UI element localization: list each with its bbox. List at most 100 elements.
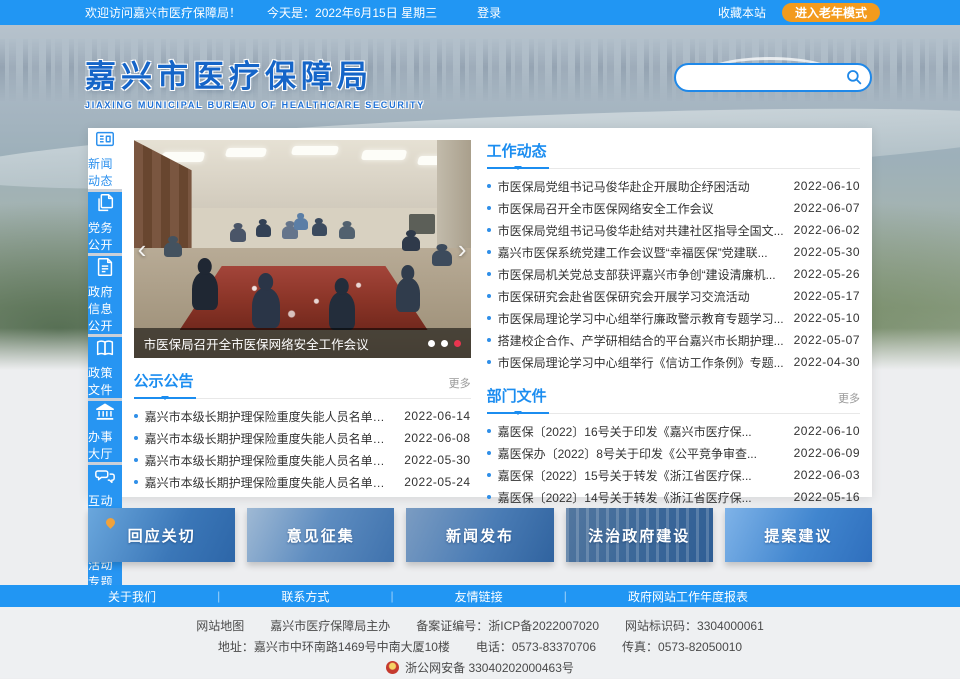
elder-mode-button[interactable]: 进入老年模式 — [782, 3, 880, 22]
footer-nav-contact[interactable]: 联系方式 — [281, 588, 329, 605]
search-box — [674, 63, 872, 92]
middle-column: ‹ › 市医保局召开全市医保网络安全工作会议 公示公告 更多 — [134, 140, 471, 487]
list-item: 嘉医保〔2022〕15号关于转发《浙江省医疗保...2022-06-03 — [487, 464, 860, 486]
bullet-icon — [487, 294, 491, 298]
person-silhouette — [294, 218, 308, 230]
carousel-caption[interactable]: 市医保局召开全市医保网络安全工作会议 — [144, 334, 420, 353]
section-title: 工作动态 — [487, 140, 547, 168]
banner-rule-of-law[interactable]: 法治政府建设 — [566, 508, 713, 562]
list-item: 嘉兴市本级长期护理保险重度失能人员名单公示（2...2022-06-08 — [134, 427, 471, 449]
item-title[interactable]: 嘉医保〔2022〕16号关于印发《嘉兴市医疗保... — [498, 423, 784, 440]
sidebar-item-news[interactable]: 新闻动态 — [88, 128, 122, 189]
organizer-text: 嘉兴市医疗保障局主办 — [270, 616, 390, 637]
sidebar-nav: 新闻动态 党务公开 政府信息公开 — [88, 128, 122, 497]
carousel-dot[interactable] — [428, 340, 435, 347]
bullet-icon — [134, 436, 138, 440]
item-date: 2022-05-30 — [794, 245, 860, 259]
item-title[interactable]: 嘉兴市本级长期护理保险重度失能人员名单公示（2... — [145, 452, 395, 469]
person-silhouette — [329, 292, 355, 330]
item-title[interactable]: 嘉医保〔2022〕14号关于转发《浙江省医疗保... — [498, 489, 784, 506]
item-title[interactable]: 市医保局机关党总支部获评嘉兴市争创“建设清廉机... — [498, 266, 784, 283]
footer-nav-about[interactable]: 关于我们 — [108, 588, 156, 605]
section-title: 公示公告 — [134, 370, 194, 398]
footer-nav-links[interactable]: 友情链接 — [455, 588, 503, 605]
favorite-link[interactable]: 收藏本站 — [718, 4, 766, 21]
item-title[interactable]: 嘉兴市医保系统党建工作会议暨“幸福医保”党建联... — [498, 244, 784, 261]
fax-text: 传真：0573-82050010 — [622, 637, 742, 658]
list-item: 嘉兴市本级长期护理保险重度失能人员名单公示（2... 2022-05-30 — [134, 449, 471, 471]
item-date: 2022-04-30 — [794, 355, 860, 369]
item-date: 2022-05-30 — [404, 453, 470, 467]
photo-lamp-decor — [360, 150, 406, 160]
person-silhouette — [312, 223, 327, 236]
item-date: 2022-05-10 — [794, 311, 860, 325]
work-section: 工作动态 市医保局党组书记马俊华赴企开展助企纾困活动 2022-06-10 市医保… — [487, 140, 860, 373]
item-date: 2022-05-24 — [404, 475, 470, 489]
sidebar-item-label: 政府信息公开 — [88, 283, 122, 334]
sidebar-item-label: 政策文件 — [88, 364, 122, 398]
banner-news-release[interactable]: 新闻发布 — [406, 508, 553, 562]
news-carousel[interactable]: ‹ › 市医保局召开全市医保网络安全工作会议 — [134, 140, 471, 358]
footer-info: 网站地图 嘉兴市医疗保障局主办 备案证编号：浙ICP备2022007020 网站… — [0, 607, 960, 678]
sidebar-item-service-hall[interactable]: 办事大厅 — [88, 401, 122, 462]
banner-respond-concerns[interactable]: 回应关切 — [88, 508, 235, 562]
item-date: 2022-06-10 — [794, 179, 860, 193]
item-title[interactable]: 嘉兴市本级长期护理保险重度失能人员名单公示（2... — [145, 474, 395, 491]
dept-more-link[interactable]: 更多 — [838, 390, 860, 413]
person-silhouette — [230, 228, 246, 242]
item-title[interactable]: 市医保局理论学习中心组举行廉政警示教育专题学习... — [498, 310, 784, 327]
banner-proposals[interactable]: 提案建议 — [725, 508, 872, 562]
item-date: 2022-06-09 — [794, 446, 860, 460]
carousel-prev-button[interactable]: ‹ — [138, 236, 147, 262]
carousel-next-button[interactable]: › — [458, 236, 467, 262]
welcome-text: 欢迎访问嘉兴市医疗保障局！ — [85, 4, 241, 21]
dept-section-header: 部门文件 更多 — [487, 385, 860, 414]
photo-lamp-decor — [290, 146, 338, 155]
item-title[interactable]: 搭建校企合作、产学研相结合的平台嘉兴市长期护理... — [498, 332, 784, 349]
site-id-number: 网站标识码：3304000061 — [625, 616, 764, 637]
login-link[interactable]: 登录 — [477, 4, 501, 21]
notice-more-link[interactable]: 更多 — [449, 375, 471, 398]
item-title[interactable]: 嘉医保〔2022〕15号关于转发《浙江省医疗保... — [498, 467, 784, 484]
sidebar-item-party-affairs[interactable]: 党务公开 — [88, 192, 122, 253]
footer-nav-annual-report[interactable]: 政府网站工作年度报表 — [628, 588, 748, 605]
item-title[interactable]: 市医保局理论学习中心组举行《信访工作条例》专题... — [498, 354, 784, 371]
footer-nav-items: 关于我们 | 联系方式 | 友情链接 | 政府网站工作年度报表 — [108, 585, 748, 607]
carousel-dot-active[interactable] — [454, 340, 461, 347]
item-title[interactable]: 市医保局党组书记马俊华赴结对共建社区指导全国文... — [498, 222, 784, 239]
banner-label: 法治政府建设 — [588, 525, 690, 546]
bullet-icon — [487, 250, 491, 254]
sidebar-item-policy-files[interactable]: 政策文件 — [88, 337, 122, 398]
search-input[interactable] — [674, 63, 872, 92]
person-silhouette — [396, 278, 420, 312]
item-title[interactable]: 嘉医保办〔2022〕8号关于印发《公平竞争审查... — [498, 445, 784, 462]
list-item: 嘉医保〔2022〕14号关于转发《浙江省医疗保...2022-05-16 — [487, 486, 860, 508]
carousel-dot[interactable] — [441, 340, 448, 347]
footer-line-1: 网站地图 嘉兴市医疗保障局主办 备案证编号：浙ICP备2022007020 网站… — [0, 616, 960, 637]
list-item: 市医保局理论学习中心组举行《信访工作条例》专题... 2022-04-30 — [487, 351, 860, 373]
carousel-dots — [428, 340, 461, 347]
banner-opinion-collection[interactable]: 意见征集 — [247, 508, 394, 562]
list-item: 市医保局机关党总支部获评嘉兴市争创“建设清廉机...2022-05-26 — [487, 263, 860, 285]
top-bar: 欢迎访问嘉兴市医疗保障局！ 今天是：2022年6月15日 星期三 登录 收藏本站… — [0, 0, 960, 25]
dept-files-section: 部门文件 更多 嘉医保〔2022〕16号关于印发《嘉兴市医疗保... 2022-0… — [487, 385, 860, 508]
person-silhouette — [252, 288, 280, 328]
item-title[interactable]: 嘉兴市本级长期护理保险重度失能人员名单公示（2... — [145, 430, 395, 447]
document-icon — [94, 256, 116, 278]
item-title[interactable]: 市医保局召开全市医保网络安全工作会议 — [498, 200, 784, 217]
banner-label: 新闻发布 — [446, 525, 514, 546]
item-date: 2022-06-07 — [794, 201, 860, 215]
chat-icon — [94, 465, 116, 487]
search-button[interactable] — [845, 68, 863, 86]
person-silhouette — [164, 242, 182, 257]
notice-section: 公示公告 更多 嘉兴市本级长期护理保险重度失能人员名单公示（2...2022-0… — [134, 370, 471, 493]
item-title[interactable]: 嘉兴市本级长期护理保险重度失能人员名单公示（2... — [145, 408, 395, 425]
item-title[interactable]: 市医保研究会赴省医保研究会开展学习交流活动 — [498, 288, 784, 305]
security-record[interactable]: 浙公网安备 33040202000463号 — [386, 658, 574, 679]
item-title[interactable]: 市医保局党组书记马俊华赴企开展助企纾困活动 — [498, 178, 784, 195]
sidebar-item-gov-info[interactable]: 政府信息公开 — [88, 256, 122, 334]
person-silhouette — [192, 272, 218, 310]
banner-label: 意见征集 — [287, 525, 355, 546]
list-item: 嘉兴市医保系统党建工作会议暨“幸福医保”党建联... 2022-05-30 — [487, 241, 860, 263]
sitemap-link[interactable]: 网站地图 — [196, 616, 244, 637]
